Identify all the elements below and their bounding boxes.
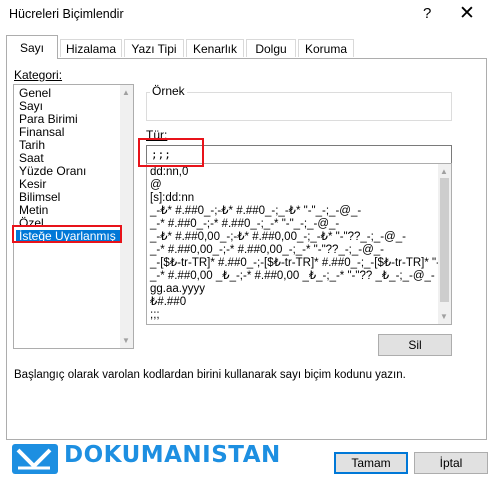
dokumanistan-watermark: DOKUMANISTAN [64,442,281,468]
format-item[interactable]: _-* #.##0_-;-* #.##0_-;_-* "-"_-;_-@_- [150,218,339,230]
format-scrollbar-thumb[interactable] [440,178,449,302]
cancel-button-label: İptal [439,456,463,470]
category-scrollbar[interactable]: ▲ ▼ [120,85,133,348]
delete-button[interactable]: Sil [378,334,452,356]
delete-button-label: Sil [408,338,422,352]
scroll-down-arrow-icon[interactable]: ▼ [440,312,448,321]
title-bar: Hücreleri Biçimlendir ? ✕ [0,0,496,30]
tab-fill[interactable]: Dolgu [246,39,296,57]
format-item[interactable]: _-* #.##0,00_-;-* #.##0,00_-;_-* "-"??_-… [150,244,384,256]
tab-alignment[interactable]: Hizalama [60,39,122,57]
scroll-down-arrow-icon[interactable]: ▼ [122,336,130,345]
sample-box [146,92,452,121]
format-scrollbar[interactable]: ▲ ▼ [438,164,451,324]
format-item[interactable]: _-* #.##0,00 _₺_-;-* #.##0,00 _₺_-;_-* "… [150,270,435,282]
ok-button[interactable]: Tamam [334,452,408,474]
type-input-highlight [138,138,204,167]
category-label: Kategori: [14,68,62,82]
format-item[interactable]: _-[$₺-tr-TR]* #.##0_-;-[$₺-tr-TR]* #.##0… [150,257,444,269]
sample-label: Örnek [150,84,187,98]
window-title: Hücreleri Biçimlendir [9,7,124,21]
scroll-up-arrow-icon[interactable]: ▲ [440,167,448,176]
help-icon[interactable]: ? [423,5,431,22]
cancel-button[interactable]: İptal [414,452,488,474]
ok-button-label: Tamam [351,456,391,470]
custom-category-highlight [12,225,122,243]
format-item[interactable]: ₺#.##0 [150,296,186,308]
format-code-list[interactable]: dd:nn,0 @ [s]:dd:nn _-₺* #.##0_-;-₺* #.#… [146,163,452,325]
format-item[interactable]: _-₺* #.##0,00_-;-₺* #.##0,00_-;_-₺* "-"?… [150,231,406,243]
format-item[interactable]: dd:nn,0 [150,166,188,178]
format-item[interactable]: ;;; [150,309,160,321]
close-icon[interactable]: ✕ [459,2,475,25]
tab-border[interactable]: Kenarlık [186,39,244,57]
tab-font[interactable]: Yazı Tipi [124,39,184,57]
format-item[interactable]: _-₺* #.##0_-;-₺* #.##0_-;_-₺* "-"_-;_-@_… [150,205,361,217]
scroll-up-arrow-icon[interactable]: ▲ [122,88,130,97]
category-list[interactable]: Genel Sayı Para Birimi Finansal Tarih Sa… [13,84,134,349]
format-item[interactable]: gg.aa.yyyy [150,283,205,295]
format-item[interactable]: [s]:dd:nn [150,192,194,204]
tab-number[interactable]: Sayı [6,35,58,59]
category-label-text: Kategori: [14,68,63,82]
tab-protection[interactable]: Koruma [298,39,354,57]
format-item[interactable]: @ [150,179,162,191]
description-text: Başlangıç olarak varolan kodlardan birin… [14,369,406,381]
